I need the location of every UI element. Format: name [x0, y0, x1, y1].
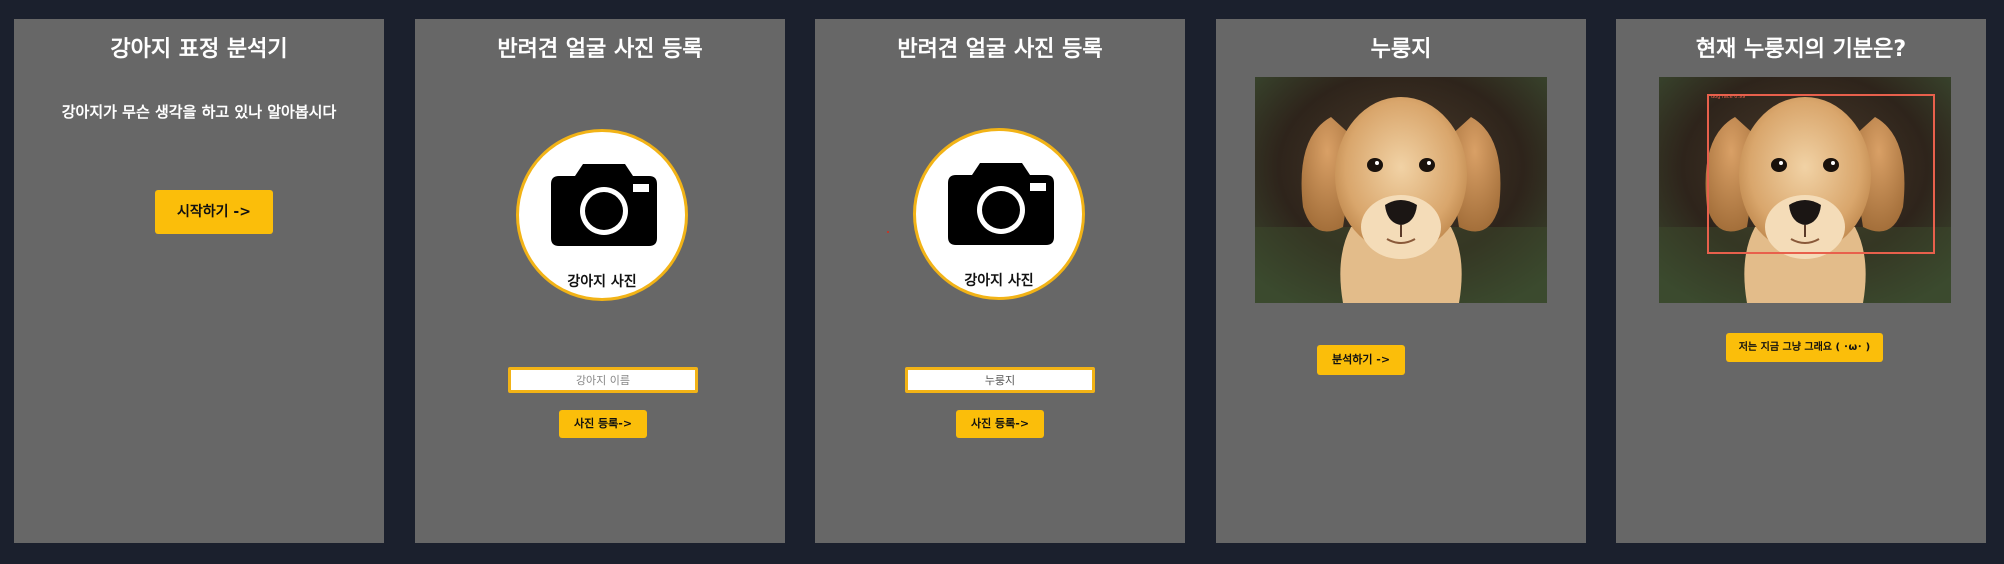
dog-photo	[1255, 77, 1547, 303]
upload-photo-button[interactable]: 사진 등록->	[956, 410, 1044, 438]
photo-label: 강아지 사진	[567, 274, 637, 290]
camera-icon	[551, 164, 657, 246]
register-panel-empty: 반려견 얼굴 사진 등록 강아지 사진 사진 등록->	[415, 19, 785, 543]
photo-label: 강아지 사진	[964, 273, 1034, 289]
photo-upload-area[interactable]: 강아지 사진	[913, 128, 1085, 300]
photo-upload-area[interactable]: 강아지 사진	[516, 129, 688, 301]
dog-name-input[interactable]	[508, 367, 698, 393]
intro-text: 강아지가 무슨 생각을 하고 있나 알아봅시다	[61, 103, 337, 121]
analyze-button[interactable]: 분석하기 ->	[1317, 345, 1405, 375]
cursor-dot	[887, 231, 889, 233]
register-panel-filled: 반려견 얼굴 사진 등록 강아지 사진 사진 등록->	[815, 19, 1185, 543]
bbox-label: dog face 0.99	[1711, 94, 1746, 100]
result-panel: 현재 누룽지의 기분은? dog face 0.99 저는 지금 그냥 그래요 …	[1616, 19, 1986, 543]
upload-photo-button[interactable]: 사진 등록->	[559, 410, 647, 438]
camera-icon	[948, 163, 1054, 245]
dog-name-title: 누룽지	[1370, 37, 1432, 62]
page-title: 강아지 표정 분석기	[110, 37, 288, 62]
dog-name-input[interactable]	[905, 367, 1095, 393]
face-bounding-box: dog face 0.99	[1707, 94, 1935, 254]
start-panel: 강아지 표정 분석기 강아지가 무슨 생각을 하고 있나 알아봅시다 시작하기 …	[14, 19, 384, 543]
preview-panel: 누룽지 분석하기 ->	[1216, 19, 1586, 543]
result-title: 현재 누룽지의 기분은?	[1695, 37, 1907, 62]
start-button[interactable]: 시작하기 ->	[155, 190, 273, 234]
dog-photo-annotated: dog face 0.99	[1659, 77, 1951, 303]
page-title: 반려견 얼굴 사진 등록	[897, 37, 1103, 62]
page-title: 반려견 얼굴 사진 등록	[497, 37, 703, 62]
mood-result-badge: 저는 지금 그냥 그래요 ( ･ω･ )	[1726, 333, 1883, 362]
